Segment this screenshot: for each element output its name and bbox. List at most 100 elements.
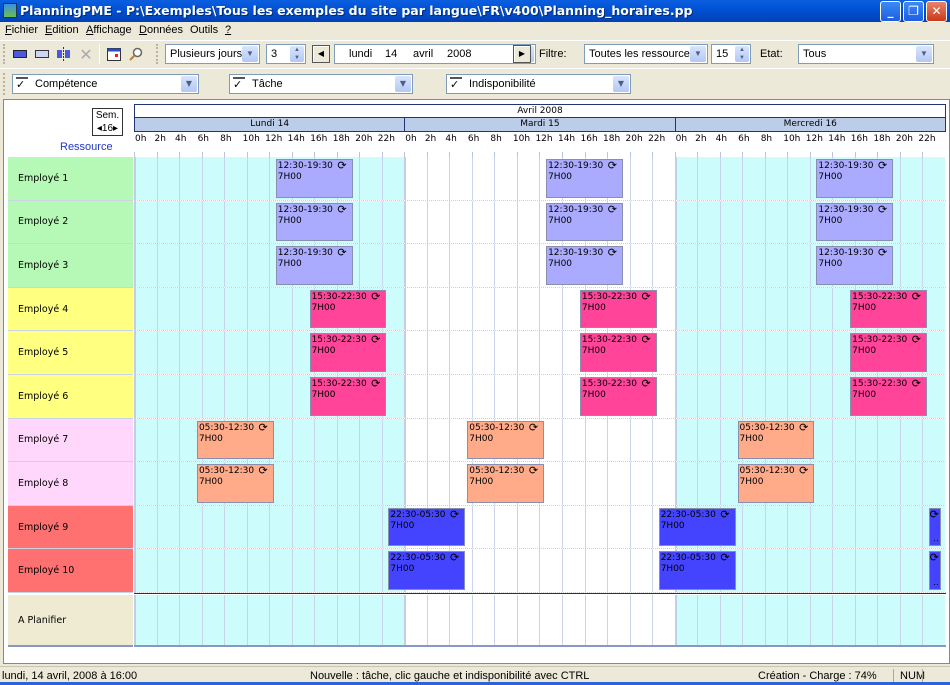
close-button[interactable]: ✕ bbox=[926, 1, 947, 22]
resource-row[interactable] bbox=[134, 505, 946, 550]
shift-task[interactable]: 05:30-12:30 7H00 ⟳ bbox=[467, 420, 545, 460]
minimize-button[interactable]: _ bbox=[880, 1, 901, 22]
resource-row-label[interactable]: Employé 1 bbox=[8, 157, 133, 201]
day-header[interactable]: Mercredi 16 bbox=[674, 117, 946, 132]
shift-task[interactable]: 15:30-22:30 7H00 ⟳ bbox=[309, 289, 387, 329]
shift-task[interactable]: 15:30-22:30 7H00 ⟳ bbox=[579, 333, 657, 372]
resource-row-label[interactable]: Employé 7 bbox=[8, 418, 133, 463]
split-icon[interactable] bbox=[54, 44, 74, 64]
shift-task[interactable]: 22:30-05:30 7H00 ⟳ bbox=[388, 507, 466, 547]
task-view-icon[interactable] bbox=[32, 44, 52, 64]
maximize-button[interactable]: ❐ bbox=[903, 1, 924, 22]
view-mode-select[interactable]: Plusieurs jours ▼ bbox=[165, 44, 260, 64]
previous-date-button[interactable]: ◀ bbox=[312, 45, 330, 63]
shift-task[interactable]: 05:30-12:30 7H00 ⟳ bbox=[737, 464, 815, 503]
week-number[interactable]: ◂16▸ bbox=[93, 122, 122, 135]
grid-line bbox=[246, 200, 248, 244]
menu-outils[interactable]: Outils bbox=[190, 24, 218, 36]
menu-fichier[interactable]: Fichier bbox=[5, 24, 38, 36]
resource-row-label[interactable]: Employé 5 bbox=[8, 331, 133, 375]
shift-task[interactable]: 12:30-19:30 7H00 ⟳ bbox=[816, 159, 894, 198]
shift-task[interactable]: 15:30-22:30 7H00 ⟳ bbox=[850, 377, 927, 416]
skill-filter[interactable]: ✓ Compétence ▼ bbox=[12, 74, 199, 94]
shift-task[interactable]: 12:30-19:30 7H00 ⟳ bbox=[275, 202, 353, 242]
resource-row-label[interactable]: Employé 6 bbox=[8, 375, 133, 419]
shift-task[interactable]: 15:30-22:30 7H00 ⟳ bbox=[850, 289, 927, 329]
shift-task[interactable]: 15:30-22:30 7H00 ⟳ bbox=[579, 289, 657, 329]
delete-icon[interactable]: ✕ bbox=[76, 44, 96, 64]
date-picker[interactable]: lundi 14 avril 2008 ▼ bbox=[334, 44, 536, 64]
shift-task[interactable]: 22:30-05:30 7H00 ⟳ bbox=[388, 551, 466, 590]
toolbar-grip[interactable] bbox=[156, 44, 159, 64]
shift-task[interactable]: 05:30-12:30 7H00 ⟳ bbox=[467, 464, 545, 503]
resource-row[interactable] bbox=[134, 375, 946, 419]
shift-task[interactable]: 12:30-19:30 7H00 ⟳ bbox=[546, 202, 623, 242]
shift-task[interactable]: 15:30-22:30 7H00 ⟳ bbox=[309, 333, 387, 372]
chevron-down-icon[interactable]: ▼ bbox=[181, 76, 197, 92]
grid-line bbox=[471, 287, 473, 331]
menu-affichage[interactable]: Affichage bbox=[86, 24, 132, 36]
filter-count-spinner[interactable]: 15 ▲ ▼ bbox=[711, 44, 751, 64]
filter-select[interactable]: Toutes les ressources ▼ bbox=[584, 44, 708, 64]
shift-task[interactable]: 12:30-19:30 7H00 ⟳ bbox=[546, 246, 623, 285]
zoom-icon[interactable] bbox=[126, 44, 146, 64]
resource-row-label[interactable]: Employé 8 bbox=[8, 462, 133, 506]
chevron-down-icon[interactable]: ▼ bbox=[395, 76, 411, 92]
shift-task[interactable]: 22:30-05:30 7H00 ⟳ bbox=[658, 507, 736, 547]
shift-task[interactable]: 15:30-22:30 7H00 ⟳ bbox=[850, 333, 927, 372]
checkbox-checked-icon[interactable]: ✓ bbox=[16, 77, 28, 91]
unavailability-filter[interactable]: ✓ Indisponibilité ▼ bbox=[446, 74, 631, 94]
shift-task[interactable]: 15:30-22:30 7H00 ⟳ bbox=[309, 377, 387, 416]
shift-task[interactable]: 12:30-19:30 7H00 ⟳ bbox=[275, 246, 353, 285]
day-header[interactable]: Mardi 15 bbox=[404, 117, 676, 132]
task-filter[interactable]: ✓ Tâche ▼ bbox=[229, 74, 413, 94]
week-navigator[interactable]: Sem. ◂16▸ bbox=[92, 108, 123, 136]
chevron-down-icon[interactable]: ▼ bbox=[916, 46, 932, 62]
unplanned-row-label[interactable]: A Planifier bbox=[8, 595, 133, 647]
shift-task[interactable]: 15:30-22:30 7H00 ⟳ bbox=[579, 377, 657, 416]
checkbox-checked-icon[interactable]: ✓ bbox=[233, 77, 245, 91]
chevron-down-icon[interactable]: ▼ bbox=[242, 46, 258, 62]
resource-row-label[interactable]: Employé 10 bbox=[8, 549, 133, 593]
resource-row-label[interactable]: Employé 2 bbox=[8, 200, 133, 245]
hour-label: 20h bbox=[895, 134, 913, 144]
spin-arrows-icon[interactable]: ▲ ▼ bbox=[290, 46, 304, 62]
resource-row-label[interactable]: Employé 4 bbox=[8, 287, 133, 332]
planning-view[interactable]: Sem. ◂16▸ Ressource Avril 2008 Lundi 14 M… bbox=[3, 99, 950, 664]
shift-task[interactable]: 12:30-19:30 7H00 ⟳ bbox=[275, 159, 353, 198]
shift-task[interactable]: 22:30-05:30 7H00 ⟳ bbox=[658, 551, 736, 590]
resource-row[interactable] bbox=[134, 549, 946, 593]
resource-view-icon[interactable] bbox=[10, 44, 30, 64]
resource-row[interactable] bbox=[134, 331, 946, 375]
calendar-icon[interactable] bbox=[104, 44, 124, 64]
chevron-down-icon[interactable]: ▼ bbox=[690, 46, 706, 62]
state-select[interactable]: Tous ▼ bbox=[798, 44, 934, 64]
shift-task[interactable]: .. ⟳ bbox=[929, 551, 941, 590]
checkbox-checked-icon[interactable]: ✓ bbox=[450, 77, 462, 91]
shift-task[interactable]: 12:30-19:30 7H00 ⟳ bbox=[816, 246, 894, 285]
shift-task[interactable]: .. ⟳ bbox=[929, 507, 941, 547]
grid-line bbox=[201, 331, 203, 374]
day-header[interactable]: Lundi 14 bbox=[134, 117, 406, 132]
shift-task[interactable]: 05:30-12:30 7H00 ⟳ bbox=[196, 420, 274, 460]
days-count-spinner[interactable]: 3 ▲ ▼ bbox=[266, 44, 306, 64]
shift-task[interactable]: 12:30-19:30 7H00 ⟳ bbox=[816, 202, 894, 242]
shift-task[interactable]: 05:30-12:30 7H00 ⟳ bbox=[737, 420, 815, 460]
resource-row-label[interactable]: Employé 9 bbox=[8, 505, 133, 550]
menu-edition[interactable]: Edition bbox=[45, 24, 79, 36]
shift-task[interactable]: 05:30-12:30 7H00 ⟳ bbox=[196, 464, 274, 503]
unplanned-row[interactable] bbox=[134, 595, 946, 647]
shift-task[interactable]: 12:30-19:30 7H00 ⟳ bbox=[546, 159, 623, 198]
resource-column-header[interactable]: Ressource bbox=[60, 141, 113, 153]
menu-help[interactable]: ? bbox=[225, 24, 231, 36]
resource-row[interactable] bbox=[134, 287, 946, 332]
toolbar-grip[interactable] bbox=[3, 73, 6, 95]
grid-line bbox=[426, 462, 428, 505]
resource-row-label[interactable]: Employé 3 bbox=[8, 244, 133, 288]
spin-arrows-icon[interactable]: ▲ ▼ bbox=[735, 46, 749, 62]
toolbar-grip[interactable] bbox=[3, 44, 6, 64]
menu-donnees[interactable]: Données bbox=[139, 24, 183, 36]
next-date-button[interactable]: ▶ bbox=[513, 45, 531, 63]
grid-line bbox=[674, 418, 677, 462]
chevron-down-icon[interactable]: ▼ bbox=[613, 76, 629, 92]
